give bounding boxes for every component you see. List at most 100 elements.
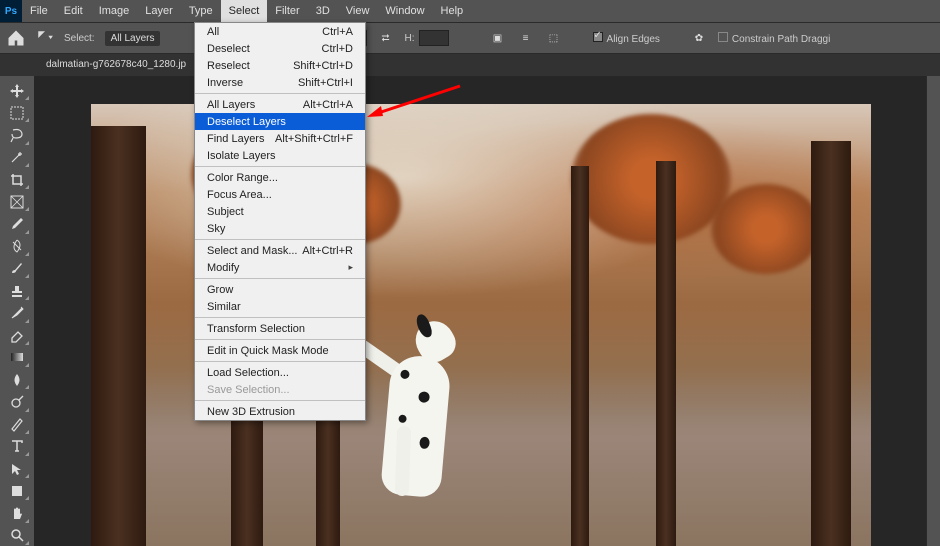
menu-file[interactable]: File	[22, 0, 56, 22]
menu-window[interactable]: Window	[377, 0, 432, 22]
menu-item-shortcut: Ctrl+D	[322, 43, 353, 55]
tool-pen[interactable]	[4, 414, 30, 435]
menu-help[interactable]: Help	[433, 0, 472, 22]
align-edges-checkbox[interactable]: Align Edges	[593, 32, 660, 45]
menu-3d[interactable]: 3D	[308, 0, 338, 22]
menu-separator	[195, 400, 365, 401]
menu-item-label: Subject	[207, 206, 244, 218]
tool-frame[interactable]	[4, 191, 30, 212]
tool-gradient[interactable]	[4, 347, 30, 368]
menu-item-new-3d-extrusion[interactable]: New 3D Extrusion	[195, 403, 365, 420]
menu-item-label: Load Selection...	[207, 367, 289, 379]
tool-stamp[interactable]	[4, 280, 30, 301]
menu-item-inverse[interactable]: InverseShift+Ctrl+I	[195, 74, 365, 91]
menu-item-shortcut: Shift+Ctrl+D	[293, 60, 353, 72]
menu-filter[interactable]: Filter	[267, 0, 307, 22]
menu-item-deselect-layers[interactable]: Deselect Layers	[195, 113, 365, 130]
menu-view[interactable]: View	[338, 0, 378, 22]
constrain-label: Constrain Path Draggi	[732, 34, 830, 45]
menu-item-isolate-layers[interactable]: Isolate Layers	[195, 147, 365, 164]
path-op-combine-icon[interactable]: ▣	[489, 29, 507, 47]
menu-separator	[195, 361, 365, 362]
menu-item-similar[interactable]: Similar	[195, 298, 365, 315]
tool-crop[interactable]	[4, 169, 30, 190]
options-bar: Select: All Layers W: ⮂ H: ▣ ≡ ⬚ Align E…	[0, 22, 940, 54]
menu-item-label: Isolate Layers	[207, 150, 275, 162]
menu-item-label: Reselect	[207, 60, 250, 72]
menu-item-label: Edit in Quick Mask Mode	[207, 345, 329, 357]
tool-zoom[interactable]	[4, 525, 30, 546]
menu-item-shortcut: Alt+Ctrl+A	[303, 99, 353, 111]
select-menu-dropdown: All Ctrl+A Deselect Ctrl+D Reselect Shift+Ctr…	[194, 22, 366, 421]
tool-brush[interactable]	[4, 258, 30, 279]
menu-layer[interactable]: Layer	[137, 0, 181, 22]
tool-blur[interactable]	[4, 369, 30, 390]
menu-item-label: All	[207, 26, 219, 38]
right-panel	[926, 76, 940, 546]
menu-item-reselect[interactable]: Reselect Shift+Ctrl+D	[195, 57, 365, 74]
menu-item-all-layers[interactable]: All Layers Alt+Ctrl+A	[195, 96, 365, 113]
select-value[interactable]: All Layers	[105, 31, 161, 46]
menu-item-label: Transform Selection	[207, 323, 305, 335]
document-tabs: dalmatian-g762678c40_1280.jp	[0, 54, 940, 76]
tool-wand[interactable]	[4, 147, 30, 168]
menu-item-sky[interactable]: Sky	[195, 220, 365, 237]
tool-shape[interactable]	[4, 480, 30, 501]
menu-item-label: Sky	[207, 223, 225, 235]
menu-item-transform-selection[interactable]: Transform Selection	[195, 320, 365, 337]
tool-marquee[interactable]	[4, 102, 30, 123]
menu-item-focus-area[interactable]: Focus Area...	[195, 186, 365, 203]
annotation-arrow	[365, 84, 465, 124]
menu-item-label: Similar	[207, 301, 241, 313]
canvas	[34, 76, 926, 546]
tool-dodge[interactable]	[4, 391, 30, 412]
menu-type[interactable]: Type	[181, 0, 221, 22]
menu-item-modify[interactable]: Modify	[195, 259, 365, 276]
constrain-checkbox[interactable]: Constrain Path Draggi	[718, 32, 830, 45]
select-label: Select:	[64, 33, 95, 44]
tool-eyedropper[interactable]	[4, 213, 30, 234]
tool-lasso[interactable]	[4, 124, 30, 145]
menu-edit[interactable]: Edit	[56, 0, 91, 22]
menu-item-all[interactable]: All Ctrl+A	[195, 23, 365, 40]
toolbar	[0, 76, 34, 546]
menubar: Ps FileEditImageLayerTypeSelectFilter3DV…	[0, 0, 940, 22]
menu-item-find-layers[interactable]: Find LayersAlt+Shift+Ctrl+F	[195, 130, 365, 147]
menu-item-grow[interactable]: Grow	[195, 281, 365, 298]
tool-eraser[interactable]	[4, 325, 30, 346]
menu-select[interactable]: Select	[221, 0, 268, 22]
menu-item-label: Modify	[207, 262, 239, 274]
menu-separator	[195, 317, 365, 318]
path-arrange-icon[interactable]: ⬚	[545, 29, 563, 47]
menu-item-label: All Layers	[207, 99, 255, 111]
tool-preset-arrow[interactable]	[36, 29, 54, 47]
menu-item-deselect[interactable]: Deselect Ctrl+D	[195, 40, 365, 57]
menu-image[interactable]: Image	[91, 0, 138, 22]
tool-type[interactable]	[4, 436, 30, 457]
gear-icon[interactable]: ✿	[690, 29, 708, 47]
tool-history[interactable]	[4, 302, 30, 323]
menu-item-load-selection[interactable]: Load Selection...	[195, 364, 365, 381]
tool-heal[interactable]	[4, 236, 30, 257]
menu-separator	[195, 339, 365, 340]
tool-path-sel[interactable]	[4, 458, 30, 479]
link-icon[interactable]: ⮂	[377, 29, 395, 47]
menu-item-label: New 3D Extrusion	[207, 406, 295, 418]
menu-item-shortcut: Ctrl+A	[322, 26, 353, 38]
path-align-icon[interactable]: ≡	[517, 29, 535, 47]
height-input[interactable]	[419, 30, 449, 46]
menu-item-select-and-mask[interactable]: Select and Mask...Alt+Ctrl+R	[195, 242, 365, 259]
menu-item-subject[interactable]: Subject	[195, 203, 365, 220]
menu-separator	[195, 166, 365, 167]
tool-hand[interactable]	[4, 502, 30, 523]
menu-item-shortcut: Alt+Shift+Ctrl+F	[275, 133, 353, 145]
document-tab[interactable]: dalmatian-g762678c40_1280.jp	[40, 54, 192, 76]
home-icon[interactable]	[6, 28, 26, 48]
menu-item-label: Save Selection...	[207, 384, 290, 396]
menu-item-label: Deselect	[207, 43, 250, 55]
menu-separator	[195, 93, 365, 94]
tool-move[interactable]	[4, 80, 30, 101]
menu-item-color-range[interactable]: Color Range...	[195, 169, 365, 186]
menu-item-label: Select and Mask...	[207, 245, 298, 257]
menu-item-edit-in-quick-mask-mode[interactable]: Edit in Quick Mask Mode	[195, 342, 365, 359]
